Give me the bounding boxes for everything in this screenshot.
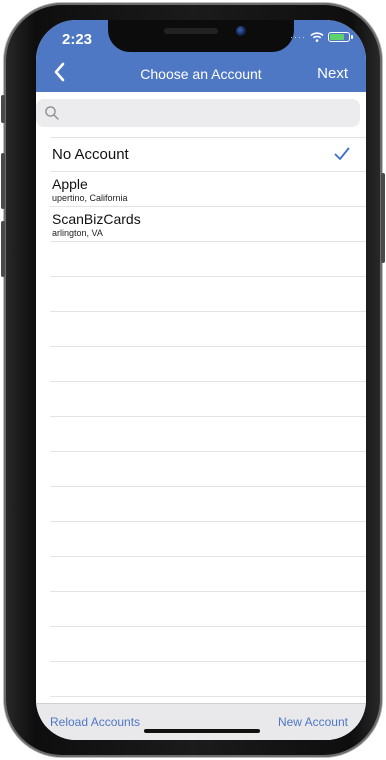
front-camera: [236, 26, 246, 36]
search-bar: [36, 92, 366, 136]
account-name: ScanBizCards: [52, 211, 141, 227]
app-screen: 2:23 ···· Choose an Account Next No Acco…: [36, 20, 366, 740]
account-location: arlington, VA: [52, 228, 103, 238]
checkmark-icon: [334, 147, 350, 160]
account-name: No Account: [52, 146, 129, 163]
account-row-apple[interactable]: Apple upertino, California: [50, 172, 366, 207]
empty-row: [50, 452, 366, 487]
account-row-scanbizcards[interactable]: ScanBizCards arlington, VA: [50, 207, 366, 242]
wifi-icon: [310, 32, 324, 42]
battery-icon: [328, 32, 353, 42]
account-location: upertino, California: [52, 193, 128, 203]
volume-down-button: [1, 221, 5, 277]
empty-row: [50, 347, 366, 382]
bottom-toolbar: Reload Accounts New Account: [36, 703, 366, 740]
account-list: No Account Apple upertino, California Sc…: [36, 137, 366, 697]
notch: [108, 20, 294, 52]
navigation-bar: 2:23 ···· Choose an Account Next: [36, 20, 366, 92]
empty-row: [50, 662, 366, 697]
volume-up-button: [1, 153, 5, 209]
mute-switch: [1, 95, 5, 123]
new-account-button[interactable]: New Account: [278, 715, 348, 729]
search-icon: [45, 106, 59, 120]
empty-row: [50, 277, 366, 312]
empty-row: [50, 557, 366, 592]
empty-row: [50, 242, 366, 277]
reload-accounts-button[interactable]: Reload Accounts: [50, 715, 140, 729]
empty-row: [50, 417, 366, 452]
empty-row: [50, 487, 366, 522]
status-time: 2:23: [62, 31, 93, 48]
empty-row: [50, 592, 366, 627]
empty-row: [50, 522, 366, 557]
search-field-container[interactable]: [36, 98, 360, 128]
empty-row: [50, 382, 366, 417]
empty-row: [50, 627, 366, 662]
search-input[interactable]: [60, 98, 360, 128]
empty-row: [50, 312, 366, 347]
account-name: Apple: [52, 176, 88, 192]
signal-icon: ····: [290, 32, 306, 42]
account-row-no-account[interactable]: No Account: [50, 137, 366, 172]
home-indicator[interactable]: [144, 729, 260, 733]
speaker-grille: [164, 28, 218, 34]
status-icons: ····: [290, 32, 353, 42]
power-button: [381, 173, 385, 263]
next-button[interactable]: Next: [317, 65, 348, 82]
